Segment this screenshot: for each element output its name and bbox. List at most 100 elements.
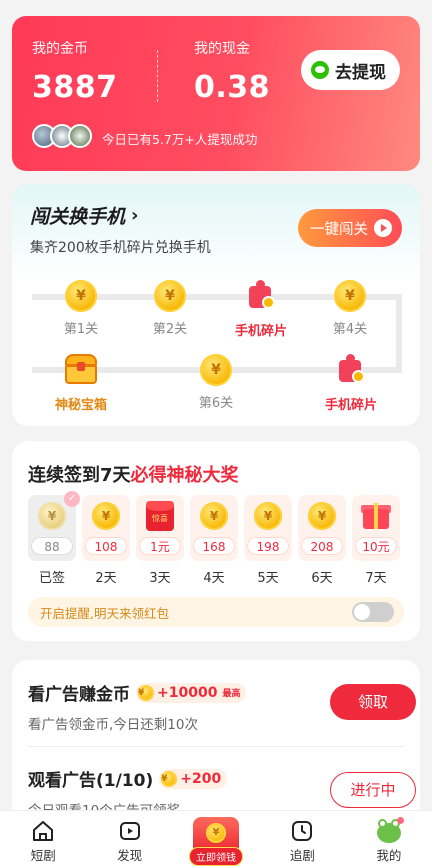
coin-icon: ¥ [38,502,66,530]
nav-item-me[interactable]: 我的 [346,811,432,868]
red-packet-tag: 惊喜 [152,514,168,523]
level-1-node[interactable]: ¥ 第1关 [36,280,126,337]
level-6-node[interactable]: ¥ 第6关 [171,354,261,411]
coin-icon: ¥ [200,502,228,530]
withdraw-button[interactable]: 去提现 [301,50,400,90]
coin-icon: ¥ [154,280,186,312]
challenge-title: 闯关换手机 [30,206,126,228]
day-amount: 208 [301,537,343,555]
claim-button[interactable]: 领取 [330,684,416,720]
challenge-title-link[interactable]: 闯关换手机 › [30,202,138,229]
red-packet-icon: 惊喜 [146,501,174,531]
node-label: 手机碎片 [324,398,377,413]
nav-item-follow-drama[interactable]: 追剧 [259,811,345,868]
task-title: 观看广告(1/10) [28,771,154,791]
coin-icon: ¥ [200,354,232,386]
sign-in-days: ✓ ¥ 88 已签 ¥ 108 2天 惊喜 1元 3天 ¥ 168 4天 ¥ 1… [28,491,400,586]
frog-avatar-icon [375,817,404,843]
day-amount: 10元 [355,537,397,555]
day-amount: 198 [247,537,289,555]
withdraw-label: 去提现 [335,62,386,83]
day-label: 2天 [95,571,117,586]
level-2-node[interactable]: ¥ 第2关 [125,280,215,337]
day-label: 5天 [257,571,279,586]
day-reward-box: ✓ ¥ 88 [28,491,80,561]
withdraw-success-text: 今日已有5.7万+人提现成功 [102,132,258,147]
reward-chip: ¥ +200 [159,768,228,789]
task-title: 看广告赚金币 [28,685,130,705]
sign-in-day-7[interactable]: 10元 7天 [352,495,400,586]
one-click-label: 一键闯关 [310,221,368,238]
sign-in-day-3[interactable]: 惊喜 1元 3天 [136,495,184,586]
nav-label: 追剧 [289,848,315,863]
sign-in-title: 连续签到7天必得神秘大奖 [28,461,239,487]
cash-label: 我的现金 [194,41,250,57]
coin-icon: ¥ [138,684,154,701]
sign-in-title-prefix: 连续签到7天 [28,465,131,486]
nav-item-discover[interactable]: 发现 [86,811,172,868]
treasure-chest-icon [64,354,98,384]
day-label: 7天 [365,571,387,586]
day-reward-box: ¥ 198 [244,495,292,561]
nav-item-short-drama[interactable]: 短剧 [0,811,86,868]
sign-in-card: 连续签到7天必得神秘大奖 ✓ ¥ 88 已签 ¥ 108 2天 惊喜 1元 3天 [12,441,420,641]
day-amount: 108 [85,537,127,555]
day-label: 4天 [203,571,225,586]
coin-icon: ¥ [206,823,227,843]
coins-value: 3887 [32,70,118,105]
day-label: 3天 [149,571,171,586]
node-label: 第6关 [198,396,234,411]
avatar-group [32,124,92,148]
node-label: 手机碎片 [234,324,287,339]
sign-in-day-6[interactable]: ¥ 208 6天 [298,495,346,586]
one-click-challenge-button[interactable]: 一键闯关 [298,209,402,247]
nav-label: 发现 [117,848,143,863]
day-amount: 1元 [139,537,181,555]
sign-in-day-1[interactable]: ✓ ¥ 88 已签 [28,491,80,586]
day-label: 6天 [311,571,333,586]
coin-icon: ¥ [65,280,97,312]
play-icon [374,219,392,237]
day-amount: 88 [31,537,73,555]
coin-icon: ¥ [308,502,336,530]
coin-icon: ¥ [92,502,120,530]
day-reward-box: ¥ 108 [82,495,130,561]
node-label: 第4关 [332,322,368,337]
reward-chip: ¥ +10000 最高 [136,682,247,703]
bottom-nav: 短剧 发现 ¥ 立即领钱 追剧 我的 [0,810,432,868]
reminder-text: 开启提醒,明天来领红包 [40,605,169,621]
task-card: 看广告赚金币 ¥ +10000 最高 看广告领金币,今日还剩10次 领取 观看广… [12,660,420,830]
day-reward-box: 10元 [352,495,400,561]
nav-item-earn-money[interactable]: ¥ 立即领钱 [173,811,259,868]
day-reward-box: ¥ 208 [298,495,346,561]
challenge-subtitle: 集齐200枚手机碎片兑换手机 [30,240,211,256]
divider [28,746,404,747]
level-4-node[interactable]: ¥ 第4关 [305,280,395,337]
wechat-icon [311,61,329,79]
phone-fragment-node[interactable]: 手机碎片 [306,354,396,413]
home-icon [33,821,54,841]
nav-label: 我的 [376,848,402,863]
coin-icon: ¥ [334,280,366,312]
nav-label: 立即领钱 [189,847,244,866]
sign-in-day-4[interactable]: ¥ 168 4天 [190,495,238,586]
reminder-toggle[interactable] [352,602,394,622]
reminder-bar: 开启提醒,明天来领红包 [28,597,404,627]
phone-fragment-node[interactable]: 手机碎片 [216,280,306,339]
phone-challenge-card: 闯关换手机 › 集齐200枚手机碎片兑换手机 一键闯关 ¥ 第1关 ¥ 第2关 … [12,184,420,426]
sign-in-day-5[interactable]: ¥ 198 5天 [244,495,292,586]
path-track [396,294,402,372]
gift-box-icon [360,499,392,531]
sign-in-day-2[interactable]: ¥ 108 2天 [82,495,130,586]
coins-label: 我的金币 [32,41,88,57]
node-label: 第1关 [63,322,99,337]
in-progress-button[interactable]: 进行中 [330,772,416,808]
puzzle-piece-icon [246,280,276,310]
node-label: 神秘宝箱 [54,398,107,413]
coin-icon: ¥ [254,502,282,530]
day-label: 已签 [38,571,65,586]
cash-value: 0.38 [194,70,271,105]
day-reward-box: ¥ 168 [190,495,238,561]
sign-in-title-highlight: 必得神秘大奖 [130,465,239,486]
mystery-chest-node[interactable]: 神秘宝箱 [36,354,126,413]
